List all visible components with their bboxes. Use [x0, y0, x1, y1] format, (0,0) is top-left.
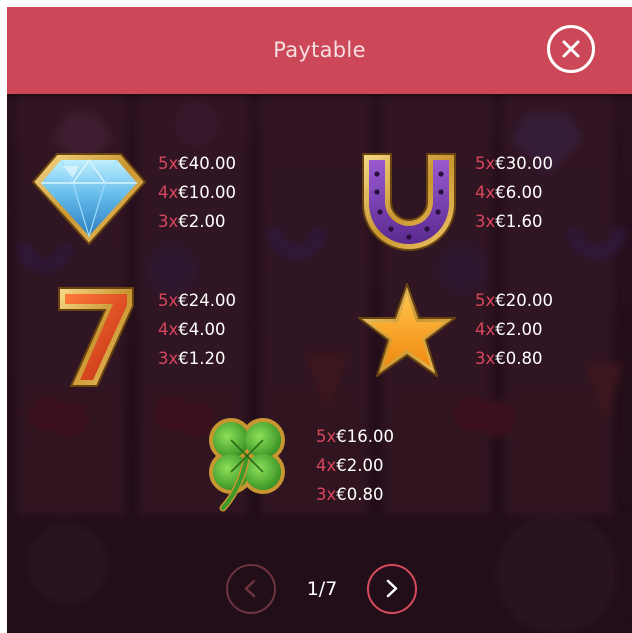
seven-payouts: 5x€24.00 4x€4.00 3x€1.20 [158, 286, 236, 373]
diamond-payouts: 5x€40.00 4x€10.00 3x€2.00 [158, 149, 236, 236]
payout-amount: €20.00 [495, 291, 553, 310]
payout-row: 4x€4.00 [158, 315, 236, 344]
payout-row: 4x€2.00 [316, 451, 394, 480]
close-button[interactable] [547, 25, 595, 73]
payout-row: 4x€6.00 [475, 178, 553, 207]
payout-amount: €2.00 [178, 212, 226, 231]
paytable-header: Paytable [7, 7, 632, 94]
star-icon [358, 283, 456, 377]
seven-icon [58, 287, 134, 387]
payout-row: 5x€30.00 [475, 149, 553, 178]
payout-row: 3x€0.80 [475, 344, 553, 373]
payout-amount: €6.00 [495, 183, 543, 202]
payout-row: 4x€10.00 [158, 178, 236, 207]
payout-amount: €2.00 [495, 320, 543, 339]
payout-amount: €2.00 [336, 456, 384, 475]
payout-row: 5x€24.00 [158, 286, 236, 315]
payout-amount: €0.80 [336, 485, 384, 504]
payout-row: 5x€40.00 [158, 149, 236, 178]
payout-amount: €16.00 [336, 427, 394, 446]
payout-amount: €40.00 [178, 154, 236, 173]
payout-row: 4x€2.00 [475, 315, 553, 344]
payout-multiplier: 5x [475, 291, 496, 310]
payout-multiplier: 3x [158, 349, 179, 368]
payout-row: 3x€0.80 [316, 480, 394, 509]
payout-amount: €10.00 [178, 183, 236, 202]
payout-multiplier: 5x [158, 154, 179, 173]
payout-row: 5x€20.00 [475, 286, 553, 315]
chevron-left-icon [244, 579, 256, 598]
diamond-icon [31, 153, 147, 246]
payout-amount: €24.00 [178, 291, 236, 310]
payout-amount: €1.20 [178, 349, 226, 368]
paytable-title: Paytable [273, 38, 366, 62]
payout-row: 5x€16.00 [316, 422, 394, 451]
star-payouts: 5x€20.00 4x€2.00 3x€0.80 [475, 286, 553, 373]
payout-multiplier: 3x [158, 212, 179, 231]
clover-payouts: 5x€16.00 4x€2.00 3x€0.80 [316, 422, 394, 509]
page-indicator: 1/7 [306, 578, 338, 600]
payout-multiplier: 3x [475, 349, 496, 368]
payout-multiplier: 5x [158, 291, 179, 310]
payout-amount: €1.60 [495, 212, 543, 231]
horseshoe-icon [362, 153, 456, 251]
payout-amount: €4.00 [178, 320, 226, 339]
payout-multiplier: 3x [316, 485, 337, 504]
close-x-icon [562, 40, 580, 58]
payout-multiplier: 4x [475, 320, 496, 339]
payout-multiplier: 4x [158, 320, 179, 339]
payout-row: 3x€2.00 [158, 207, 236, 236]
paytable-window: Paytable 5x€40.00 4x€10.00 3x€2.00 5x€30… [7, 7, 632, 633]
chevron-right-icon [386, 579, 398, 598]
paytable-content: 5x€40.00 4x€10.00 3x€2.00 5x€30.00 4x€6.… [7, 94, 632, 633]
payout-amount: €30.00 [495, 154, 553, 173]
payout-row: 3x€1.20 [158, 344, 236, 373]
payout-multiplier: 4x [475, 183, 496, 202]
payout-multiplier: 5x [316, 427, 337, 446]
previous-page-button[interactable] [226, 564, 276, 614]
payout-amount: €0.80 [495, 349, 543, 368]
payout-row: 3x€1.60 [475, 207, 553, 236]
payout-multiplier: 3x [475, 212, 496, 231]
payout-multiplier: 4x [158, 183, 179, 202]
payout-multiplier: 4x [316, 456, 337, 475]
payout-multiplier: 5x [475, 154, 496, 173]
four-leaf-clover-icon [209, 418, 285, 512]
next-page-button[interactable] [367, 564, 417, 614]
horseshoe-payouts: 5x€30.00 4x€6.00 3x€1.60 [475, 149, 553, 236]
